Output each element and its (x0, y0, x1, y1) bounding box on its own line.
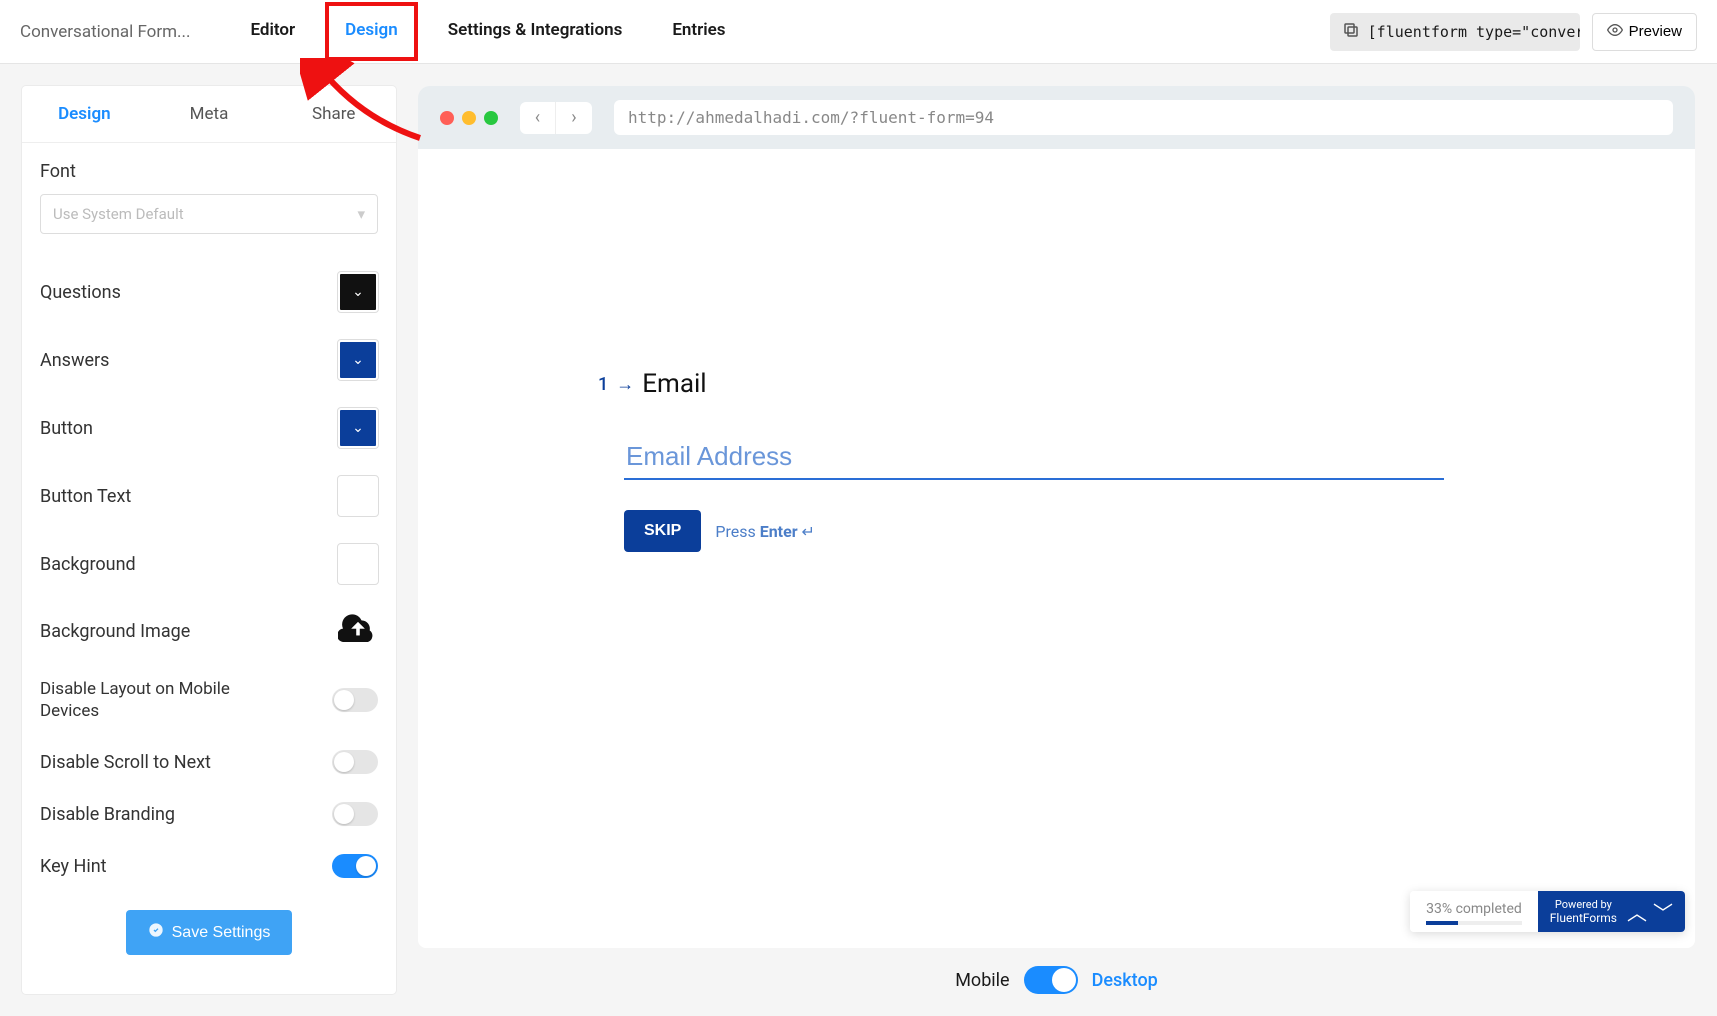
device-mobile-label: Mobile (955, 970, 1009, 991)
disable-layout-label: Disable Layout on Mobile Devices (40, 678, 290, 722)
sidebar-tab-share[interactable]: Share (271, 86, 396, 142)
chevron-down-icon: ▾ (357, 205, 365, 223)
button-label: Button (40, 418, 93, 439)
question-text: Email (642, 369, 706, 399)
traffic-lights (440, 111, 498, 125)
browser-chrome: ‹ › http://ahmedalhadi.com/?fluent-form=… (418, 86, 1695, 149)
setting-key-hint: Key Hint (40, 840, 378, 892)
save-label: Save Settings (172, 924, 271, 942)
minimize-dot-icon (462, 111, 476, 125)
button-text-color-swatch[interactable] (338, 476, 378, 516)
tab-editor[interactable]: Editor (230, 2, 315, 61)
tab-settings-integrations[interactable]: Settings & Integrations (428, 2, 643, 61)
button-color-swatch[interactable]: ⌄ (338, 408, 378, 448)
powered-by[interactable]: Powered by FluentForms (1550, 898, 1617, 926)
font-select[interactable]: Use System Default ▾ (40, 194, 378, 234)
chevron-down-icon: ⌄ (352, 352, 364, 368)
main-area: Design Meta Share Font Use System Defaul… (0, 64, 1717, 1016)
nav-arrows: ‹ › (520, 102, 592, 134)
copy-icon (1342, 21, 1360, 43)
button-text-label: Button Text (40, 486, 131, 507)
skip-button[interactable]: SKIP (624, 510, 701, 552)
setting-button-text: Button Text (40, 462, 378, 530)
key-hint-label: Key Hint (40, 856, 107, 877)
eye-icon (1607, 22, 1623, 42)
preview-button[interactable]: Preview (1592, 13, 1697, 51)
setting-disable-branding: Disable Branding (40, 788, 378, 840)
setting-questions: Questions ⌄ (40, 258, 378, 326)
save-settings-button[interactable]: Save Settings (126, 910, 293, 955)
sidebar-tab-design[interactable]: Design (22, 86, 147, 142)
top-bar: Conversational Form... Editor Design Set… (0, 0, 1717, 64)
disable-scroll-toggle[interactable] (332, 750, 378, 774)
background-color-swatch[interactable] (338, 544, 378, 584)
answers-label: Answers (40, 350, 109, 371)
nav-forward-button[interactable]: › (556, 102, 592, 134)
progress-bar-fill (1426, 921, 1458, 925)
topbar-right: [fluentform type="convers Preview (1330, 13, 1697, 51)
chevron-down-icon: ⌄ (352, 284, 364, 300)
sidebar-tabs: Design Meta Share (22, 86, 396, 143)
disable-branding-toggle[interactable] (332, 802, 378, 826)
question-number: 1 (598, 374, 608, 395)
shortcode-text: [fluentform type="convers (1368, 23, 1580, 41)
arrow-right-icon: → (616, 374, 634, 395)
shortcode-box[interactable]: [fluentform type="convers (1330, 13, 1580, 51)
device-toggle: Mobile Desktop (418, 948, 1695, 994)
chevron-up-icon[interactable]: ︿ (1627, 897, 1647, 926)
progress-bar (1426, 921, 1522, 925)
maximize-dot-icon (484, 111, 498, 125)
font-select-value: Use System Default (53, 205, 184, 223)
cloud-upload-icon[interactable] (338, 612, 378, 650)
design-sidebar: Design Meta Share Font Use System Defaul… (22, 86, 396, 994)
background-image-label: Background Image (40, 621, 190, 642)
disable-scroll-label: Disable Scroll to Next (40, 752, 211, 773)
preview-body: 1 → Email SKIP Press Enter ↵ 33% complet… (418, 149, 1695, 948)
setting-background-image: Background Image (40, 598, 378, 664)
progress-left: 33% completed (1410, 891, 1538, 932)
chevron-down-icon[interactable]: ﹀ (1653, 897, 1673, 926)
preview-label: Preview (1629, 23, 1682, 40)
background-label: Background (40, 554, 136, 575)
progress-right: Powered by FluentForms ︿ ﹀ (1538, 891, 1685, 932)
address-bar[interactable]: http://ahmedalhadi.com/?fluent-form=94 (614, 100, 1673, 135)
questions-color-swatch[interactable]: ⌄ (338, 272, 378, 312)
sidebar-tab-meta[interactable]: Meta (147, 86, 272, 142)
form-title: Conversational Form... (20, 22, 190, 42)
setting-background: Background (40, 530, 378, 598)
check-circle-icon (148, 922, 164, 943)
disable-layout-toggle[interactable] (332, 688, 378, 712)
chevron-down-icon: ⌄ (352, 420, 364, 436)
tab-entries[interactable]: Entries (652, 2, 745, 61)
setting-button: Button ⌄ (40, 394, 378, 462)
disable-branding-label: Disable Branding (40, 804, 175, 825)
press-enter-hint: Press Enter ↵ (715, 522, 815, 541)
font-label: Font (40, 161, 378, 182)
progress-widget: 33% completed Powered by FluentForms ︿ ﹀ (1410, 891, 1685, 932)
question-label: 1 → Email (598, 369, 1418, 399)
skip-row: SKIP Press Enter ↵ (624, 510, 1418, 552)
device-toggle-switch[interactable] (1024, 966, 1078, 994)
progress-text: 33% completed (1426, 901, 1522, 917)
setting-answers: Answers ⌄ (40, 326, 378, 394)
key-hint-toggle[interactable] (332, 854, 378, 878)
setting-disable-layout: Disable Layout on Mobile Devices (40, 664, 378, 736)
answers-color-swatch[interactable]: ⌄ (338, 340, 378, 380)
progress-nav: ︿ ﹀ (1627, 897, 1673, 926)
device-desktop-label: Desktop (1092, 970, 1158, 991)
tab-design[interactable]: Design (325, 2, 418, 61)
setting-disable-scroll: Disable Scroll to Next (40, 736, 378, 788)
email-input[interactable] (624, 435, 1444, 480)
form-stage: 1 → Email SKIP Press Enter ↵ (598, 369, 1418, 552)
primary-tabs: Editor Design Settings & Integrations En… (230, 2, 745, 61)
preview-panel: ‹ › http://ahmedalhadi.com/?fluent-form=… (418, 86, 1695, 994)
close-dot-icon (440, 111, 454, 125)
nav-back-button[interactable]: ‹ (520, 102, 556, 134)
sidebar-body: Font Use System Default ▾ Questions ⌄ An… (22, 143, 396, 994)
questions-label: Questions (40, 282, 121, 303)
